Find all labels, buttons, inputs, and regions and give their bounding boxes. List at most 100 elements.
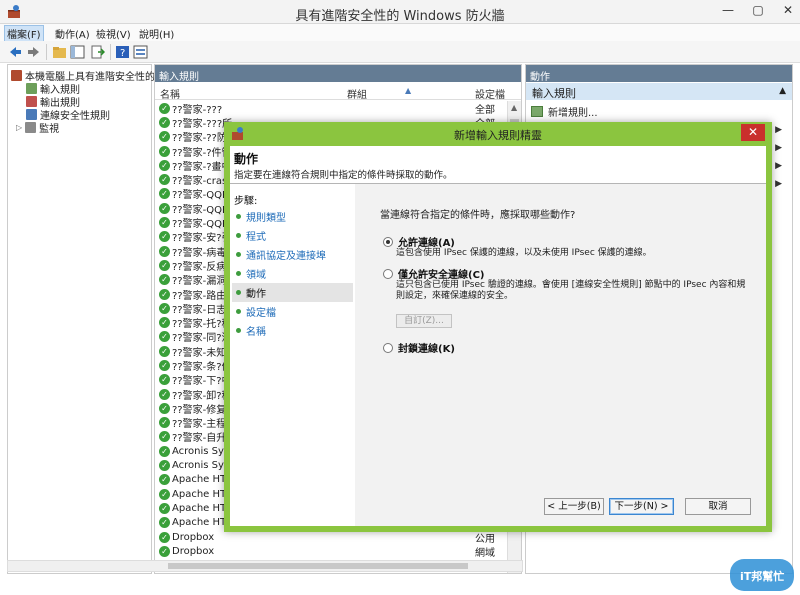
menu-file[interactable]: 檔案(F) <box>4 25 44 42</box>
dialog-body: 步驟: 規則類型 程式 通訊協定及連接埠 領域 動作 設定檔 名稱 當連線符合指… <box>230 184 766 526</box>
enabled-rule-icon: ✓ <box>159 345 170 357</box>
console-tree: 本機電腦上具有進階安全性的 W 輸入規則 輸出規則 連線安全性規則 ▷ 監視 <box>7 64 168 574</box>
next-button[interactable]: 下一步(N) > <box>609 498 674 515</box>
allow-radio[interactable] <box>383 236 393 247</box>
table-row[interactable]: ✓ ??警家-??? 全部 <box>155 101 507 116</box>
step-profile[interactable]: 設定檔 <box>232 302 353 321</box>
menu-help[interactable]: 說明(H) <box>139 26 174 41</box>
tree-item-monitoring[interactable]: ▷ 監視 <box>16 120 59 135</box>
outbound-rules-icon <box>26 96 37 107</box>
action-question: 當連線符合指定的條件時，應採取哪些動作? <box>380 210 576 221</box>
enabled-rule-icon: ✓ <box>159 288 170 300</box>
option-allow[interactable]: 允許連線(A) <box>383 234 455 249</box>
rule-profile: 網域 <box>475 547 495 559</box>
table-row[interactable]: ✓ Dropbox 網域 <box>155 544 507 559</box>
customize-button[interactable]: 自訂(Z)... <box>396 314 452 328</box>
allow-secure-radio[interactable] <box>383 268 393 279</box>
actions-section-inbound[interactable]: 輸入規則 ▲ <box>526 83 792 100</box>
rule-name: Dropbox <box>172 545 215 557</box>
submenu-arrow-icon[interactable]: ▶ <box>775 125 782 135</box>
enabled-rule-icon: ✓ <box>159 488 170 500</box>
table-row[interactable]: ✓ Dropbox 公用 <box>155 530 507 545</box>
step-name[interactable]: 名稱 <box>232 321 353 340</box>
dialog-heading: 動作 <box>234 152 259 166</box>
svg-text:?: ? <box>120 48 125 59</box>
option-allow-secure[interactable]: 僅允許安全連線(C) <box>383 266 484 281</box>
firewall-icon <box>11 70 22 81</box>
submenu-arrow-icon[interactable]: ▶ <box>775 143 782 153</box>
horizontal-scrollbar[interactable] <box>7 560 523 572</box>
submenu-arrow-icon[interactable]: ▶ <box>775 179 782 189</box>
back-button[interactable]: < 上一步(B) <box>544 498 604 515</box>
help-icon[interactable]: ? <box>115 45 130 59</box>
export-list-icon[interactable] <box>90 45 105 59</box>
scroll-up-icon[interactable]: ▲ <box>511 103 517 112</box>
hscroll-thumb[interactable] <box>168 563 468 569</box>
column-profile[interactable]: 設定檔 <box>475 86 505 101</box>
dialog-subheading: 指定要在連線符合規則中指定的條件時採取的動作。 <box>234 170 453 181</box>
new-rule-icon <box>531 106 543 117</box>
back-icon[interactable] <box>8 45 23 59</box>
enabled-rule-icon: ✓ <box>159 445 170 457</box>
steps-panel: 步驟: 規則類型 程式 通訊協定及連接埠 領域 動作 設定檔 名稱 <box>230 184 355 526</box>
properties-icon[interactable] <box>133 45 148 59</box>
cancel-button[interactable]: 取消 <box>685 498 751 515</box>
collapse-icon[interactable]: ▲ <box>779 86 786 96</box>
block-radio[interactable] <box>383 342 393 353</box>
rule-profile: 全部 <box>475 104 495 116</box>
allow-description: 這包含使用 IPsec 保護的連線，以及未使用 IPsec 保護的連線。 <box>396 248 652 258</box>
rule-name: ??警家-QQP( <box>172 190 232 202</box>
column-name[interactable]: 名稱 <box>160 86 180 101</box>
sort-up-icon: ▲ <box>405 86 412 95</box>
new-inbound-rule-wizard: 新增輸入規則精靈 ✕ 動作 指定要在連線符合規則中指定的條件時採取的動作。 步驟… <box>224 122 772 532</box>
enabled-rule-icon: ✓ <box>159 188 170 200</box>
enabled-rule-icon: ✓ <box>159 217 170 229</box>
enabled-rule-icon: ✓ <box>159 174 170 186</box>
enabled-rule-icon: ✓ <box>159 102 170 114</box>
toolbar: ? <box>0 41 800 63</box>
step-rule-type[interactable]: 規則類型 <box>232 207 353 226</box>
column-headers: 名稱 群組 ▲ 設定檔 <box>155 83 521 101</box>
enabled-rule-icon: ✓ <box>159 359 170 371</box>
enabled-rule-icon: ✓ <box>159 331 170 343</box>
window-title: 具有進階安全性的 Windows 防火牆 <box>295 9 505 24</box>
enabled-rule-icon: ✓ <box>159 374 170 386</box>
rule-name: ??警家-下?中 <box>172 376 232 388</box>
step-action[interactable]: 動作 <box>232 283 353 302</box>
menu-action[interactable]: 動作(A) <box>55 26 90 41</box>
enabled-rule-icon: ✓ <box>159 116 170 128</box>
new-rule-action[interactable]: 新增規則... <box>531 104 598 119</box>
up-folder-icon[interactable] <box>52 45 67 59</box>
rule-name: ??警家-自升? <box>172 433 232 445</box>
enabled-rule-icon: ✓ <box>159 388 170 400</box>
step-protocol-ports[interactable]: 通訊協定及連接埠 <box>232 245 353 264</box>
dialog-header: 動作 指定要在連線符合規則中指定的條件時採取的動作。 <box>230 146 766 184</box>
enabled-rule-icon: ✓ <box>159 202 170 214</box>
enabled-rule-icon: ✓ <box>159 517 170 529</box>
maximize-button[interactable]: ▢ <box>750 3 766 17</box>
enabled-rule-icon: ✓ <box>159 431 170 443</box>
enabled-rule-icon: ✓ <box>159 474 170 486</box>
enabled-rule-icon: ✓ <box>159 417 170 429</box>
enabled-rule-icon: ✓ <box>159 259 170 271</box>
menu-view[interactable]: 檢視(V) <box>96 26 131 41</box>
rule-name: ??警家-托?程 <box>172 319 232 331</box>
expand-icon[interactable]: ▷ <box>16 123 22 132</box>
forward-icon[interactable] <box>26 45 41 59</box>
column-group[interactable]: 群組 <box>347 86 367 101</box>
dialog-title: 新增輸入規則精靈 <box>454 129 542 142</box>
rule-name: ??警家-安?引 <box>172 233 232 245</box>
show-hide-tree-icon[interactable] <box>70 45 85 59</box>
rule-name: ??警家-??? <box>172 104 223 116</box>
step-scope[interactable]: 領域 <box>232 264 353 283</box>
title-bar: 具有進階安全性的 Windows 防火牆 — ▢ ✕ <box>0 0 800 24</box>
option-block[interactable]: 封鎖連線(K) <box>383 340 455 355</box>
submenu-arrow-icon[interactable]: ▶ <box>775 161 782 171</box>
rule-name: ??警家-QQP( <box>172 219 232 231</box>
enabled-rule-icon: ✓ <box>159 302 170 314</box>
step-program[interactable]: 程式 <box>232 226 353 245</box>
minimize-button[interactable]: — <box>720 3 736 17</box>
enabled-rule-icon: ✓ <box>159 145 170 157</box>
dialog-close-button[interactable]: ✕ <box>741 124 765 141</box>
close-button[interactable]: ✕ <box>780 3 796 17</box>
